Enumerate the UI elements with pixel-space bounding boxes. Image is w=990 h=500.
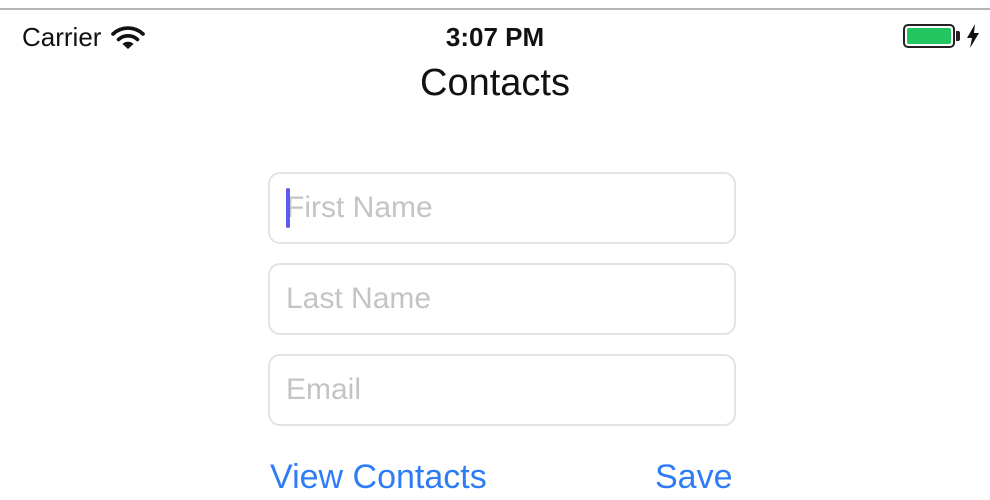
first-name-field[interactable]: [268, 172, 736, 244]
bolt-icon: [967, 24, 979, 48]
battery-nub: [956, 31, 960, 41]
page-title: Contacts: [420, 62, 570, 104]
battery-indicator: [903, 24, 980, 48]
email-input[interactable]: [286, 356, 716, 424]
window-top-border: [0, 0, 990, 10]
battery-level-fill: [907, 28, 951, 44]
save-button[interactable]: Save: [655, 458, 733, 497]
view-contacts-button[interactable]: View Contacts: [270, 458, 487, 497]
text-cursor: [286, 188, 290, 228]
first-name-input[interactable]: [286, 174, 716, 242]
app-screen: Carrier 3:07 PM Contacts View Conta: [0, 0, 990, 500]
status-time: 3:07 PM: [445, 22, 545, 52]
last-name-input[interactable]: [286, 265, 716, 333]
battery-icon: [903, 24, 955, 48]
last-name-field[interactable]: [268, 263, 736, 335]
status-bar: Carrier 3:07 PM: [0, 14, 990, 60]
email-field[interactable]: [268, 354, 736, 426]
